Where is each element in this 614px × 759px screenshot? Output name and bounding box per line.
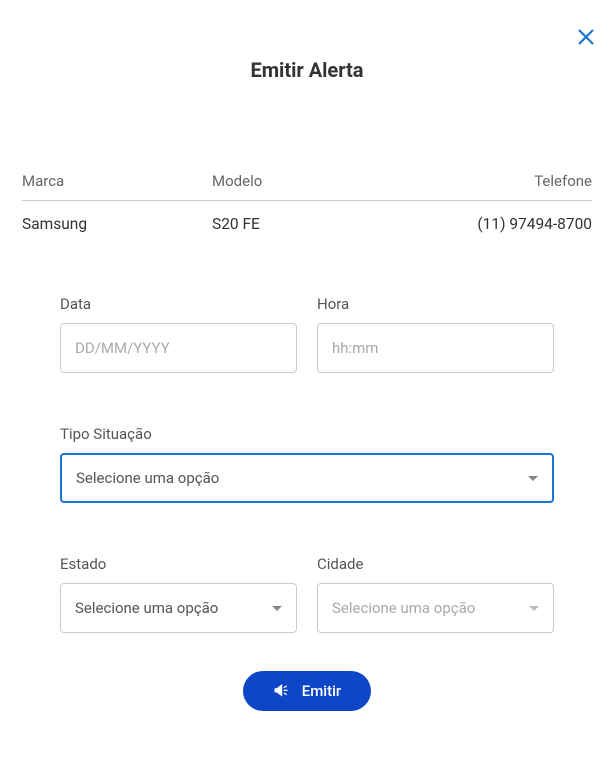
hora-label: Hora	[317, 295, 554, 313]
close-icon	[578, 29, 594, 45]
megaphone-icon	[273, 684, 290, 698]
estado-select[interactable]: Selecione uma opção	[60, 583, 297, 633]
chevron-down-icon	[272, 606, 282, 611]
cidade-placeholder: Selecione uma opção	[332, 599, 475, 617]
cidade-label: Cidade	[317, 555, 554, 573]
chevron-down-icon	[529, 606, 539, 611]
form-section: Data Hora Tipo Situação Selecione uma op…	[0, 295, 614, 711]
cell-modelo: S20 FE	[212, 215, 402, 233]
emitir-label: Emitir	[302, 682, 342, 700]
cell-marca: Samsung	[22, 215, 212, 233]
emitir-button[interactable]: Emitir	[243, 671, 372, 711]
chevron-down-icon	[528, 476, 538, 481]
table-row: Samsung S20 FE (11) 97494-8700	[22, 201, 592, 233]
estado-placeholder: Selecione uma opção	[75, 599, 218, 617]
table-header-row: Marca Modelo Telefone	[22, 172, 592, 201]
device-info-table: Marca Modelo Telefone Samsung S20 FE (11…	[0, 172, 614, 233]
estado-label: Estado	[60, 555, 297, 573]
situacao-label: Tipo Situação	[60, 425, 554, 443]
cidade-select[interactable]: Selecione uma opção	[317, 583, 554, 633]
cell-telefone: (11) 97494-8700	[402, 215, 592, 233]
data-label: Data	[60, 295, 297, 313]
page-title: Emitir Alerta	[0, 0, 614, 82]
situacao-select[interactable]: Selecione uma opção	[60, 453, 554, 503]
hora-input[interactable]	[317, 323, 554, 373]
close-button[interactable]	[578, 28, 594, 48]
header-modelo: Modelo	[212, 172, 402, 190]
header-marca: Marca	[22, 172, 212, 190]
header-telefone: Telefone	[402, 172, 592, 190]
situacao-placeholder: Selecione uma opção	[76, 469, 219, 487]
data-input[interactable]	[60, 323, 297, 373]
